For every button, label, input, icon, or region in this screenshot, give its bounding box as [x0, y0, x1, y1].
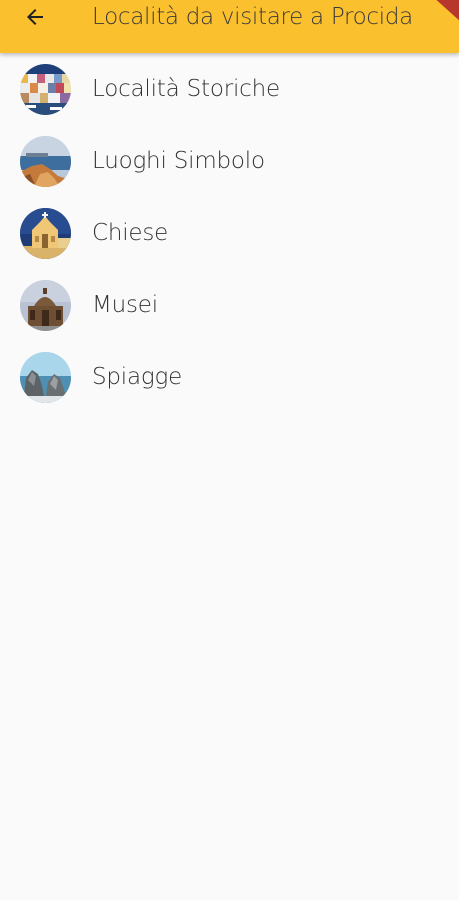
list-item-label: Musei — [92, 292, 158, 318]
avatar-musei — [20, 279, 71, 331]
category-list: Località Storiche Luoghi Simbolo Chiese … — [0, 53, 459, 413]
page-title: Località da visitare a Procida — [92, 4, 413, 30]
list-item-label: Luoghi Simbolo — [92, 148, 265, 174]
list-item-luoghi-simbolo[interactable]: Luoghi Simbolo — [0, 125, 459, 197]
list-item-spiagge[interactable]: Spiagge — [0, 341, 459, 413]
list-item-localita-storiche[interactable]: Località Storiche — [0, 53, 459, 125]
app-screen: Località da visitare a Procida Località … — [0, 0, 459, 900]
app-bar: Località da visitare a Procida — [0, 0, 459, 53]
list-item-label: Spiagge — [92, 364, 183, 390]
avatar-luoghi-simbolo — [20, 135, 71, 187]
avatar-chiese — [20, 207, 71, 259]
list-item-label: Località Storiche — [92, 76, 280, 102]
list-item-label: Chiese — [92, 220, 169, 246]
avatar-spiagge — [20, 351, 71, 403]
back-button[interactable] — [18, 4, 52, 34]
avatar-localita-storiche — [20, 63, 71, 115]
arrow-back-icon — [23, 5, 47, 33]
list-item-musei[interactable]: Musei — [0, 269, 459, 341]
list-item-chiese[interactable]: Chiese — [0, 197, 459, 269]
debug-banner — [433, 0, 459, 25]
